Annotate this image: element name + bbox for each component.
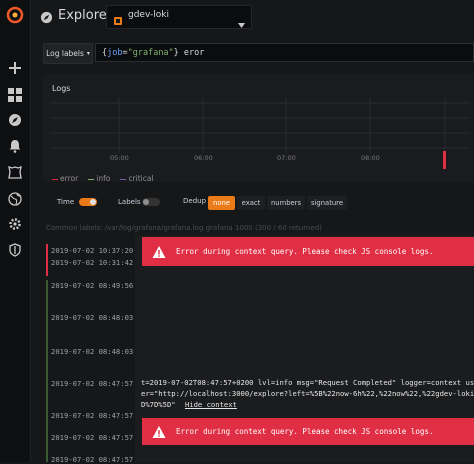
time-toggle[interactable] [79, 198, 97, 206]
log-row-time[interactable]: 2019-07-02 10:31:42 [51, 258, 133, 267]
labels-toggle[interactable] [142, 198, 160, 206]
gear-icon[interactable] [5, 214, 25, 234]
graph-grid [50, 98, 470, 153]
query-label-value: "grafana" [127, 48, 174, 58]
top-bar: Explore gdev-loki [31, 0, 474, 34]
explore-icon[interactable] [5, 110, 25, 130]
log-row-time[interactable]: 2019-07-02 08:49:56 [51, 281, 133, 290]
plus-icon[interactable] [5, 58, 25, 78]
log-row-time[interactable]: 2019-07-02 08:48:03 [51, 313, 133, 322]
dedup-numbers-button[interactable]: numbers [267, 196, 305, 210]
graph-legend: error info critical [52, 166, 154, 185]
legend-item[interactable]: error [52, 174, 78, 183]
log-row-time[interactable]: 2019-07-02 08:47:57 [51, 411, 133, 420]
query-input[interactable]: {job="grafana"} eror [95, 43, 474, 62]
bell-icon[interactable] [5, 136, 25, 156]
sidebar [0, 0, 31, 462]
common-labels: Common labels: /var/log/grafana/grafana.… [46, 224, 322, 232]
context-log-line: t=2019-07-02T08:47:57+0200 lvl=info msg=… [141, 378, 474, 387]
log-row-time[interactable]: 2019-07-02 08:48:03 [51, 347, 133, 356]
hide-context-link[interactable]: Hide context [185, 400, 237, 409]
warning-icon [152, 425, 166, 438]
error-alert: Error during context query. Please check… [142, 418, 474, 445]
error-message: Error during context query. Please check… [176, 247, 434, 256]
grafana-logo-icon[interactable] [5, 5, 25, 25]
log-labels-button[interactable]: Log labels ▾ [43, 43, 93, 64]
dedup-signature-button[interactable]: signature [307, 196, 347, 210]
datasource-picker[interactable]: gdev-loki [106, 5, 252, 29]
dedup-none-button[interactable]: none [208, 196, 235, 210]
log-level-bar-error [46, 244, 48, 276]
globe-icon[interactable] [5, 189, 25, 209]
query-search-text: eror [178, 48, 205, 58]
query-label-key: job [107, 48, 123, 58]
log-row-time[interactable]: 2019-07-02 08:47:57 [51, 455, 133, 464]
dedup-exact-button[interactable]: exact [237, 196, 265, 210]
labels-toggle-label: Labels [118, 198, 141, 206]
log-level-bar-info [46, 280, 48, 462]
log-row-time[interactable]: 2019-07-02 10:37:20 [51, 246, 133, 255]
graph-bar-error [443, 151, 446, 169]
chevron-down-icon: ▾ [86, 50, 90, 57]
x-tick: 05:00 [110, 154, 129, 162]
legend-item[interactable]: info [88, 174, 110, 183]
context-log-line-end: D%7D%5D" [141, 400, 176, 409]
log-labels-label: Log labels [46, 49, 84, 58]
server-admin-icon[interactable] [5, 162, 25, 182]
x-tick: 06:00 [194, 154, 213, 162]
legend-item[interactable]: critical [120, 174, 154, 183]
shield-icon[interactable] [5, 240, 25, 260]
database-icon [113, 11, 123, 30]
panel-title: Logs [52, 84, 71, 93]
datasource-name: gdev-loki [128, 10, 170, 20]
log-row-time[interactable]: 2019-07-02 08:47:57 [51, 379, 133, 388]
context-log-line: D%7D%5D" Hide context [141, 400, 474, 409]
time-toggle-label: Time [57, 198, 75, 206]
x-tick: 08:00 [361, 154, 380, 162]
x-tick: 07:00 [277, 154, 296, 162]
error-message: Error during context query. Please check… [176, 427, 434, 436]
page-title: Explore [58, 8, 107, 23]
warning-icon [152, 245, 166, 258]
explore-compass-icon [40, 9, 53, 28]
error-alert: Error during context query. Please check… [142, 237, 474, 266]
log-row-time[interactable]: 2019-07-02 08:47:57 [51, 433, 133, 442]
chevron-down-icon [238, 13, 245, 32]
dedup-label: Dedup [183, 197, 207, 205]
dashboards-icon[interactable] [5, 85, 25, 105]
context-log-line: er="http://localhost:3000/explore?left=%… [141, 389, 474, 398]
